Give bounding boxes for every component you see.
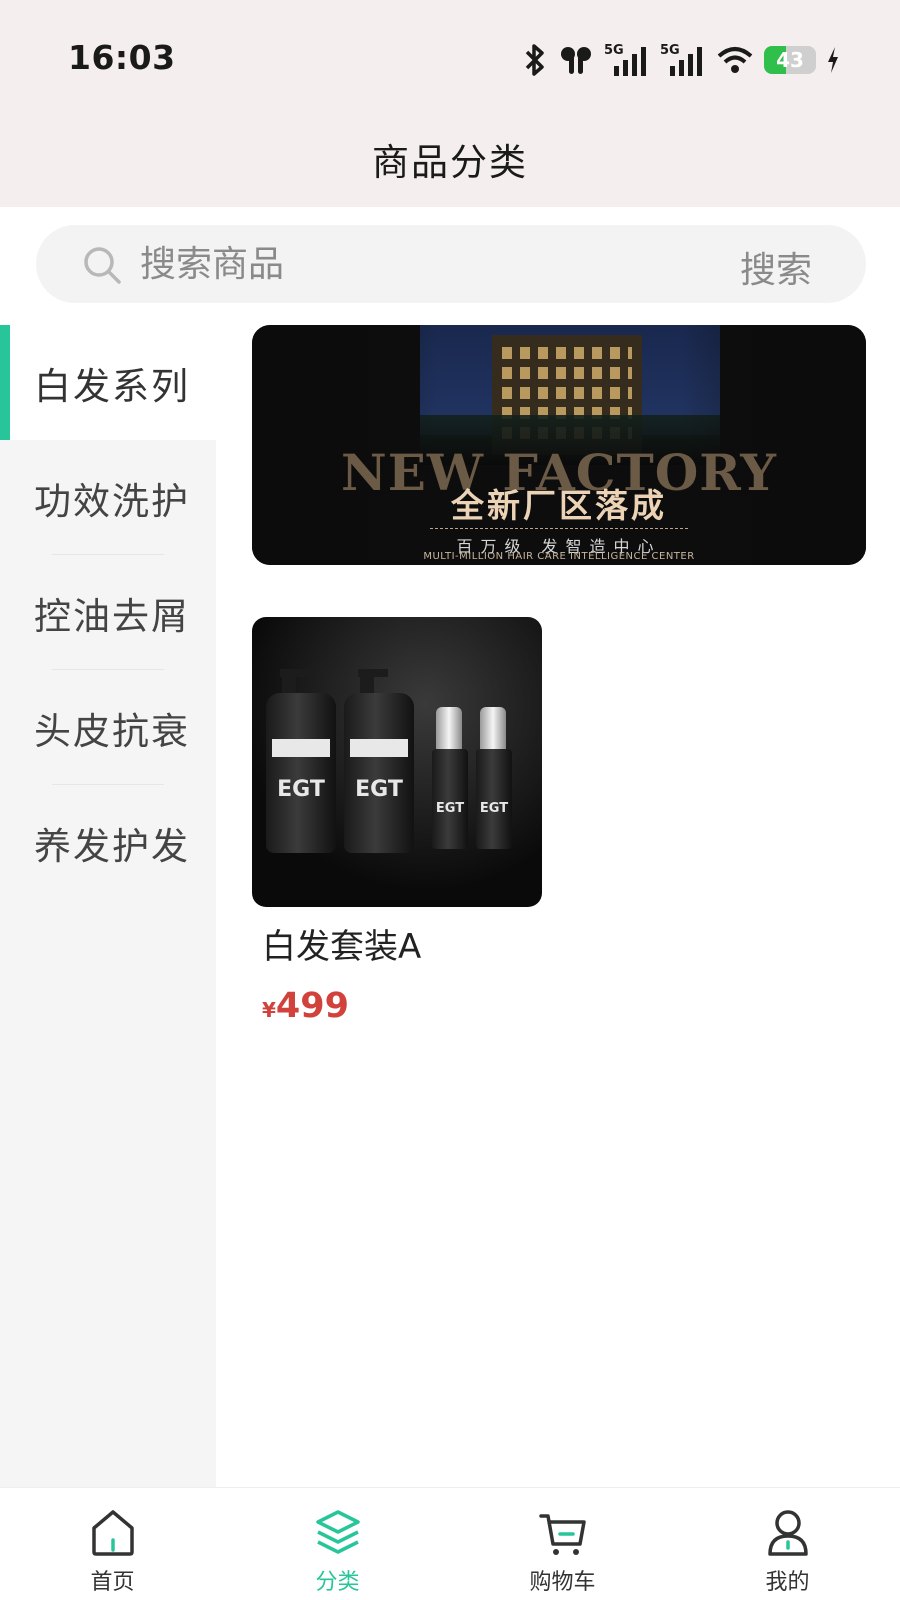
- promo-banner[interactable]: NEW FACTORY 全新厂区落成 百万级 发智造中心 MULTI-MILLI…: [252, 325, 866, 565]
- status-time: 16:03: [68, 38, 176, 77]
- sidebar-item-label: 功效洗护: [34, 479, 190, 523]
- cart-icon: [538, 1514, 586, 1555]
- status-icons: 5G 5G 43: [522, 40, 840, 80]
- banner-headline-cn: 全新厂区落成: [451, 486, 667, 525]
- bluetooth-icon: [525, 44, 544, 76]
- tab-label: 购物车: [529, 1570, 596, 1595]
- home-icon: [91, 1510, 134, 1556]
- page-title: 商品分类: [372, 141, 528, 184]
- tab-label: 首页: [90, 1570, 135, 1595]
- product-card[interactable]: EGT EGT EGT EGT 白发套装A ¥499: [252, 617, 542, 1026]
- tab-profile[interactable]: 我的: [675, 1488, 900, 1600]
- sidebar-item-hair-nourish[interactable]: 养发护发: [0, 785, 216, 900]
- sidebar-item-oil-dandruff[interactable]: 控油去屑: [0, 555, 216, 670]
- sidebar-item-efficacy-care[interactable]: 功效洗护: [0, 440, 216, 555]
- sidebar-item-label: 控油去屑: [34, 594, 190, 638]
- search-input[interactable]: [140, 239, 700, 289]
- banner-divider: [430, 528, 688, 529]
- tab-cart[interactable]: 购物车: [450, 1488, 675, 1600]
- category-sidebar: 白发系列 功效洗护 控油去屑 头皮抗衰 养发护发: [0, 325, 216, 1487]
- tab-category[interactable]: 分类: [225, 1488, 450, 1600]
- product-name: 白发套装A: [262, 927, 422, 967]
- tab-home[interactable]: 首页: [0, 1488, 225, 1600]
- sidebar-item-white-hair[interactable]: 白发系列: [0, 325, 216, 440]
- svg-text:5G: 5G: [604, 43, 624, 58]
- sidebar-item-label: 养发护发: [34, 824, 190, 868]
- search-bar: 搜索: [36, 225, 866, 303]
- product-image: EGT EGT EGT EGT: [252, 617, 542, 907]
- charging-icon: [828, 47, 838, 73]
- banner-subtitle-en: MULTI-MILLION HAIR CARE INTELLIGENCE CEN…: [423, 551, 695, 562]
- battery-indicator: 43: [764, 46, 816, 74]
- search-button[interactable]: 搜索: [740, 241, 812, 293]
- sidebar-item-label: 白发系列: [34, 364, 190, 408]
- product-price: ¥499: [252, 986, 542, 1026]
- svg-text:5G: 5G: [660, 43, 680, 58]
- battery-level: 43: [776, 48, 804, 72]
- price-value: 499: [275, 986, 349, 1026]
- signal-5g-icon: 5G: [660, 43, 702, 76]
- sidebar-item-label: 头皮抗衰: [34, 709, 190, 753]
- sidebar-item-scalp-antiaging[interactable]: 头皮抗衰: [0, 670, 216, 785]
- signal-5g-icon: 5G: [604, 43, 646, 76]
- tab-label: 分类: [315, 1570, 360, 1595]
- bottom-tab-bar: 首页 分类 购物车 我的: [0, 1487, 900, 1600]
- top-header: 16:03 5G 5G 43 商品分类: [0, 0, 900, 207]
- tab-label: 我的: [765, 1570, 810, 1595]
- currency-symbol: ¥: [262, 998, 276, 1022]
- wifi-icon: [717, 47, 753, 73]
- layers-icon: [315, 1510, 360, 1554]
- search-icon: [84, 247, 121, 284]
- user-icon: [767, 1510, 808, 1556]
- earbuds-icon: [561, 47, 591, 74]
